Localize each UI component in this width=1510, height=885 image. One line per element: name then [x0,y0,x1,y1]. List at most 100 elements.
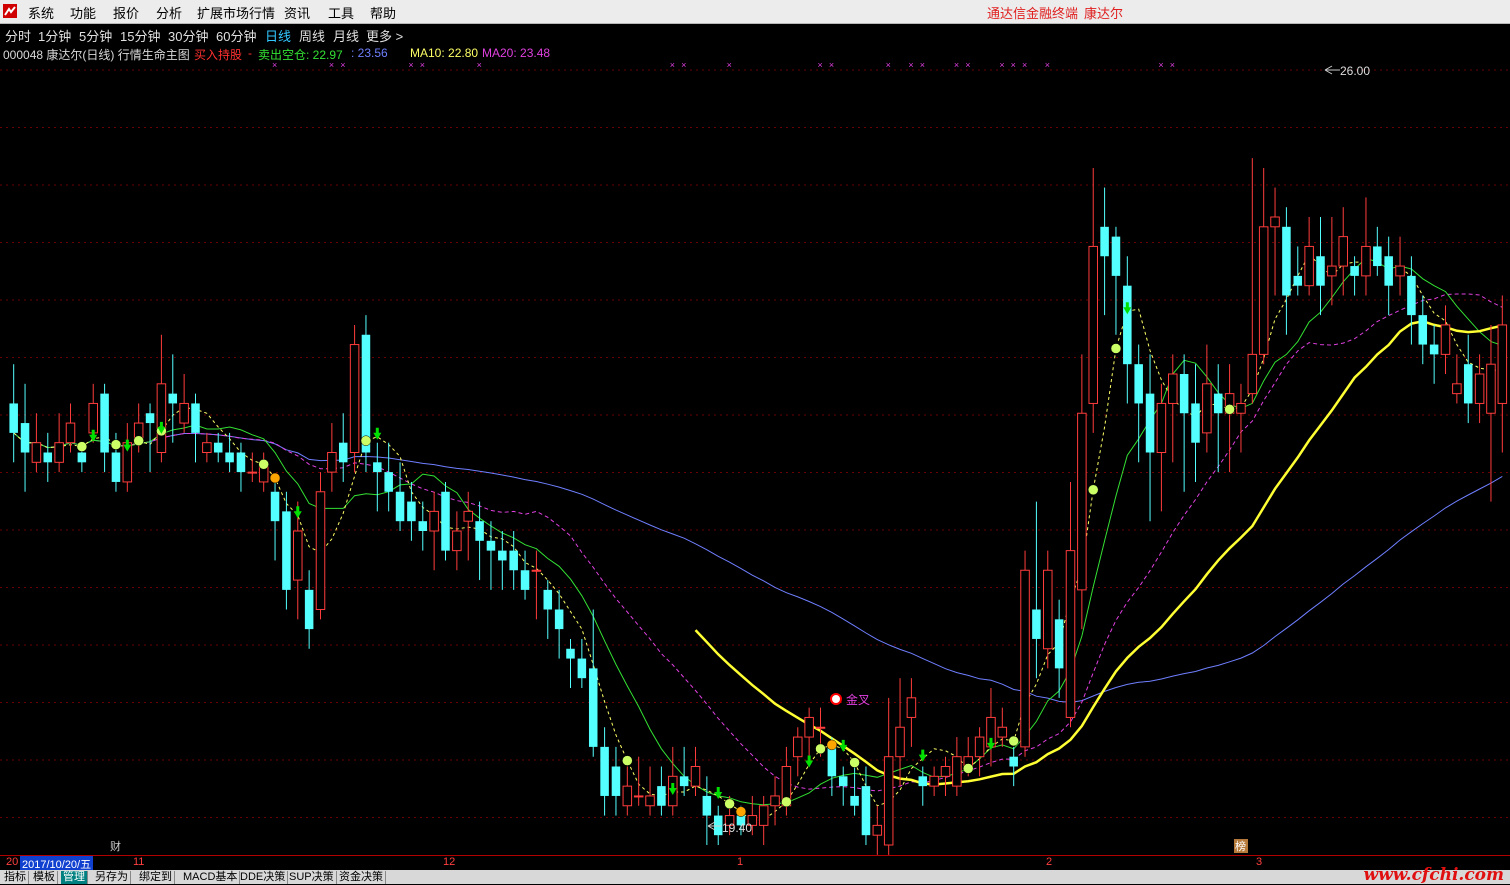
tab-macd[interactable]: MACD基本 [181,871,241,884]
signal-cross-mark: × [920,60,925,70]
signal-cross-row: × × × × × × × × × × × × × × × × × × × × × × [272,60,1175,70]
ma10-line [13,257,1503,806]
candle-body-down [702,795,712,816]
tab-capital[interactable]: 资金决策 [337,871,386,884]
candle-body-down [20,423,30,453]
period-1min[interactable]: 1分钟 [38,26,71,45]
tab-indicator[interactable]: 指标 [2,871,29,884]
period-weekly[interactable]: 周线 [299,26,325,45]
candle-body-up [1236,402,1246,414]
period-15min[interactable]: 15分钟 [120,26,160,45]
menu-news[interactable]: 资讯 [284,3,310,22]
high-price-label: 26.00 [1340,64,1370,78]
signal-cross-mark: × [670,60,675,70]
hold-marker-icon [781,796,792,808]
candle-body-up [1202,383,1212,434]
candle-body-up [1474,373,1485,404]
candle-body-up [54,442,64,463]
signal-cross-mark: × [420,60,425,70]
tab-sup[interactable]: SUP决策 [287,871,337,884]
candle-body-down [509,550,518,571]
candle-body-up [247,471,258,474]
candle-body-down [543,589,553,610]
hold-marker-icon [360,435,372,446]
candle-body-up [645,795,655,807]
month-label: 2 [1046,856,1053,868]
menu-system[interactable]: 系统 [28,3,54,22]
candle-body-down [1123,285,1132,365]
buy-marker-icon [735,806,747,817]
period-5min[interactable]: 5分钟 [79,26,112,45]
period-more[interactable]: 更多 > [366,26,403,45]
period-daily[interactable]: 日线 [265,26,291,45]
candle-body-up [793,736,803,758]
candle-body-up [429,510,439,532]
tab-bind-to[interactable]: 绑定到 [137,871,175,884]
candle-body-down [1179,374,1189,414]
signal-cross-mark: × [818,60,823,70]
candle-body-down [600,746,609,796]
candle-body-down [1373,246,1382,267]
candle-body-up [952,756,962,787]
candle-body-down [554,609,564,630]
hold-marker-icon [1087,484,1099,496]
terminal-title: 通达信金融终端 [987,6,1079,21]
candle-body-up [633,795,644,798]
signal-cross-mark: × [1022,60,1027,70]
period-30min[interactable]: 30分钟 [168,26,208,45]
candle-body-down [577,658,587,679]
candle-body-up [1156,402,1167,453]
candle-body-down [566,648,575,659]
candle-body-down [9,403,18,433]
hold-marker-icon [258,459,269,470]
ma60-line [13,432,1503,703]
candle-body-up [940,766,951,777]
period-tick[interactable]: 分时 [5,26,31,45]
menu-analysis[interactable]: 分析 [156,3,182,22]
tab-dde[interactable]: DDE决策 [238,871,289,884]
candle-body-down [1100,226,1109,257]
candle-body-down [384,472,393,492]
candle-body-up [883,756,894,846]
candle-body-up [770,795,780,807]
chart-labels: 26.00 19.40 金叉 财 榜 [110,64,1370,853]
tab-manage[interactable]: 管理 [61,871,88,884]
period-monthly[interactable]: 月线 [333,26,359,45]
menu-tools[interactable]: 工具 [328,3,354,22]
signal-cross-mark: × [999,60,1004,70]
menu-help[interactable]: 帮助 [370,3,396,22]
candle-body-down [1429,344,1439,355]
candle-body-up [974,736,985,758]
tab-save-as[interactable]: 另存为 [93,871,131,884]
candle-body-down [145,413,155,424]
sell-arrow-icon [293,506,302,519]
candle-body-down [270,491,280,522]
candle-body-up [1088,245,1098,404]
rank-marker: 榜 [1235,839,1246,853]
candle-body-down [373,462,382,473]
hold-marker-icon [962,763,974,774]
date-axis-start: 20 [6,856,19,868]
hold-marker-icon [1224,404,1235,415]
golden-cross-label: 金叉 [846,692,870,707]
candle-body-up [1395,265,1405,277]
candle-body-up [1043,569,1053,650]
signal-cross-mark: × [681,60,686,70]
period-60min[interactable]: 60分钟 [216,26,256,45]
candle-body-down [282,511,291,590]
candle-body-down [850,795,859,806]
tab-template[interactable]: 模板 [31,871,58,884]
candle-body-down [1111,236,1121,276]
price-grid [0,69,1510,818]
kline-chart[interactable]: × × × × × × × × × × × × × × × × × × × × × × 26.00 19.40 金叉 财 … [0,44,1510,855]
menu-extended-market[interactable]: 扩展市场行情 [197,3,275,22]
candle-body-down [520,570,530,590]
menu-function[interactable]: 功能 [70,3,96,22]
signal-cross-mark: × [1011,60,1016,70]
menu-quote[interactable]: 报价 [113,3,139,22]
hold-marker-icon [849,757,860,768]
candle-body-down [1463,364,1473,404]
signal-cross-mark: × [908,60,913,70]
candle-body-down [657,786,666,806]
candle-body-down [1316,256,1325,286]
